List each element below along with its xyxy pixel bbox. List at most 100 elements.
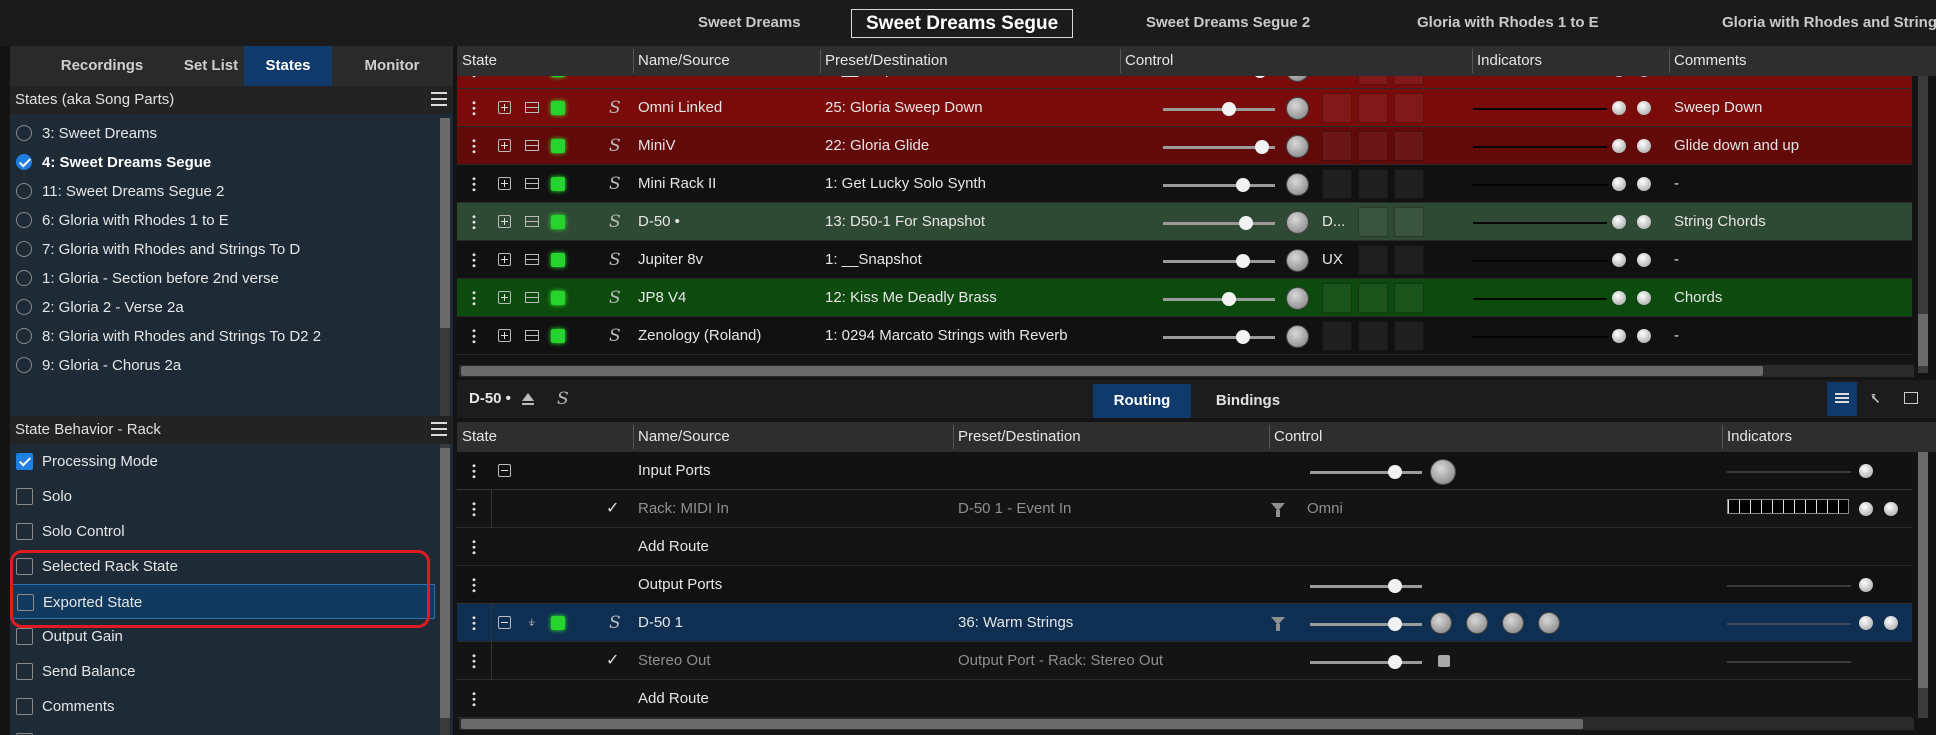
routing-row[interactable]: ✓ Rack: MIDI In D-50 1 - Event In Omni [457,490,1912,528]
pan-knob[interactable] [1286,287,1309,310]
rack-row[interactable]: S Zenology (Roland) 1: 0294 Marcato String… [457,317,1912,355]
solo-icon[interactable]: S [609,203,621,241]
col-control[interactable]: Control [1125,46,1173,76]
rack-row[interactable]: S MiniV 22: Gloria Glide Glide down and up [457,127,1912,165]
drag-handle-icon[interactable] [471,691,477,707]
active-led-icon[interactable] [551,101,565,115]
song-tab[interactable]: Gloria with Rhodes 1 to E [1417,0,1599,46]
rack-row[interactable]: S Mini Rack II 1: Get Lucky Solo Synth - [457,165,1912,203]
active-led-icon[interactable] [551,139,565,153]
active-led-icon[interactable] [551,177,565,191]
control-pad[interactable] [1394,169,1424,199]
gain-slider[interactable] [1310,579,1422,593]
routing-row[interactable]: Input Ports [457,452,1912,490]
routing-row[interactable]: Output Ports [457,566,1912,604]
expand-icon[interactable] [498,291,511,304]
col-comments[interactable]: Comments [1674,46,1747,76]
rack-row[interactable]: S OP X Pro II 1: __Snapshots Sn... - [457,76,1912,89]
tab-bindings[interactable]: Bindings [1203,384,1293,418]
expand-icon[interactable] [498,139,511,152]
behavior-item[interactable]: Solo Control [10,514,435,549]
solo-icon[interactable]: S [609,604,621,642]
filter-icon[interactable] [1271,617,1285,631]
solo-icon[interactable]: S [609,317,621,355]
rack-row[interactable]: S JP8 V4 12: Kiss Me Deadly Brass Chords [457,279,1912,317]
maximize-icon[interactable] [1904,392,1918,404]
param-knob[interactable] [1538,612,1560,634]
checkbox-icon[interactable] [16,628,33,645]
pan-knob[interactable] [1286,135,1309,158]
stop-icon[interactable] [1438,655,1450,667]
checkbox-icon[interactable] [16,698,33,715]
gain-slider[interactable] [1310,655,1422,669]
routing-scrollbar[interactable] [1918,452,1928,718]
pan-knob[interactable] [1286,76,1309,82]
param-knob[interactable] [1502,612,1524,634]
control-pad[interactable] [1358,283,1388,313]
col-indicators[interactable]: Indicators [1727,422,1792,452]
song-tab[interactable]: Sweet Dreams Segue 2 [1146,0,1310,46]
list-view-icon[interactable] [1827,382,1857,416]
slider-thumb[interactable] [1236,330,1250,344]
slider-thumb[interactable] [1239,216,1253,230]
active-led-icon[interactable] [551,291,565,305]
bypass-icon[interactable] [525,216,539,227]
control-pad[interactable] [1322,321,1352,351]
collapse-icon[interactable] [498,616,511,629]
rack-hscrollbar[interactable] [459,365,1914,377]
rack-row[interactable]: S D-50 • 13: D50-1 For Snapshot D... String … [457,203,1912,241]
eject-icon[interactable] [522,393,534,401]
bypass-icon[interactable] [525,178,539,189]
gain-slider[interactable] [1163,216,1275,230]
tab-routing[interactable]: Routing [1093,384,1191,418]
pan-knob[interactable] [1286,325,1309,348]
song-tab[interactable]: Gloria with Rhodes and Strings [1722,0,1936,46]
gain-slider[interactable] [1163,140,1275,154]
rack-row[interactable]: S Jupiter 8v 1: __Snapshot UX - [457,241,1912,279]
rack-row[interactable]: S Omni Linked 25: Gloria Sweep Down Sweep D… [457,89,1912,127]
solo-icon[interactable]: S [609,76,621,89]
pan-knob[interactable] [1430,459,1456,485]
bypass-icon[interactable] [525,330,539,341]
slider-thumb[interactable] [1236,254,1250,268]
gain-slider[interactable] [1310,617,1422,631]
expand-icon[interactable] [498,329,511,342]
behavior-item[interactable]: Processing Mode [10,444,435,479]
active-led-icon[interactable] [551,76,565,77]
slider-thumb[interactable] [1388,655,1402,669]
pan-knob[interactable] [1286,249,1309,272]
drag-handle-icon[interactable] [471,176,477,192]
control-pad[interactable] [1394,207,1424,237]
pin-icon[interactable]: ⍖ [527,604,537,642]
behavior-scrollbar[interactable] [440,448,450,735]
collapse-icon[interactable] [498,464,511,477]
control-pad[interactable] [1358,131,1388,161]
checkbox-icon[interactable] [16,488,33,505]
song-tab-active[interactable]: Sweet Dreams Segue [851,9,1074,38]
control-pad[interactable] [1394,76,1424,85]
control-pad[interactable] [1322,169,1352,199]
behavior-item[interactable]: Comments [10,689,435,724]
drag-handle-icon[interactable] [471,328,477,344]
gain-slider[interactable] [1163,330,1275,344]
bypass-icon[interactable] [525,292,539,303]
drag-handle-icon[interactable] [471,615,477,631]
add-route-button[interactable]: Add Route [638,680,938,718]
control-pad[interactable] [1358,245,1388,275]
control-pad[interactable] [1394,131,1424,161]
slider-thumb[interactable] [1222,292,1236,306]
control-pad[interactable] [1358,76,1388,85]
active-led-icon[interactable] [551,253,565,267]
expand-icon[interactable] [498,101,511,114]
slider-thumb[interactable] [1388,617,1402,631]
control-pad[interactable] [1394,283,1424,313]
col-control[interactable]: Control [1274,422,1322,452]
active-led-icon[interactable] [551,215,565,229]
drag-handle-icon[interactable] [471,138,477,154]
solo-icon[interactable]: S [609,165,621,203]
col-name-source[interactable]: Name/Source [638,46,730,76]
pan-knob[interactable] [1286,97,1309,120]
checkbox-checked-icon[interactable] [16,453,33,470]
routing-row[interactable]: ⍖ S D-50 1 36: Warm Strings [457,604,1912,642]
slider-thumb[interactable] [1388,465,1402,479]
